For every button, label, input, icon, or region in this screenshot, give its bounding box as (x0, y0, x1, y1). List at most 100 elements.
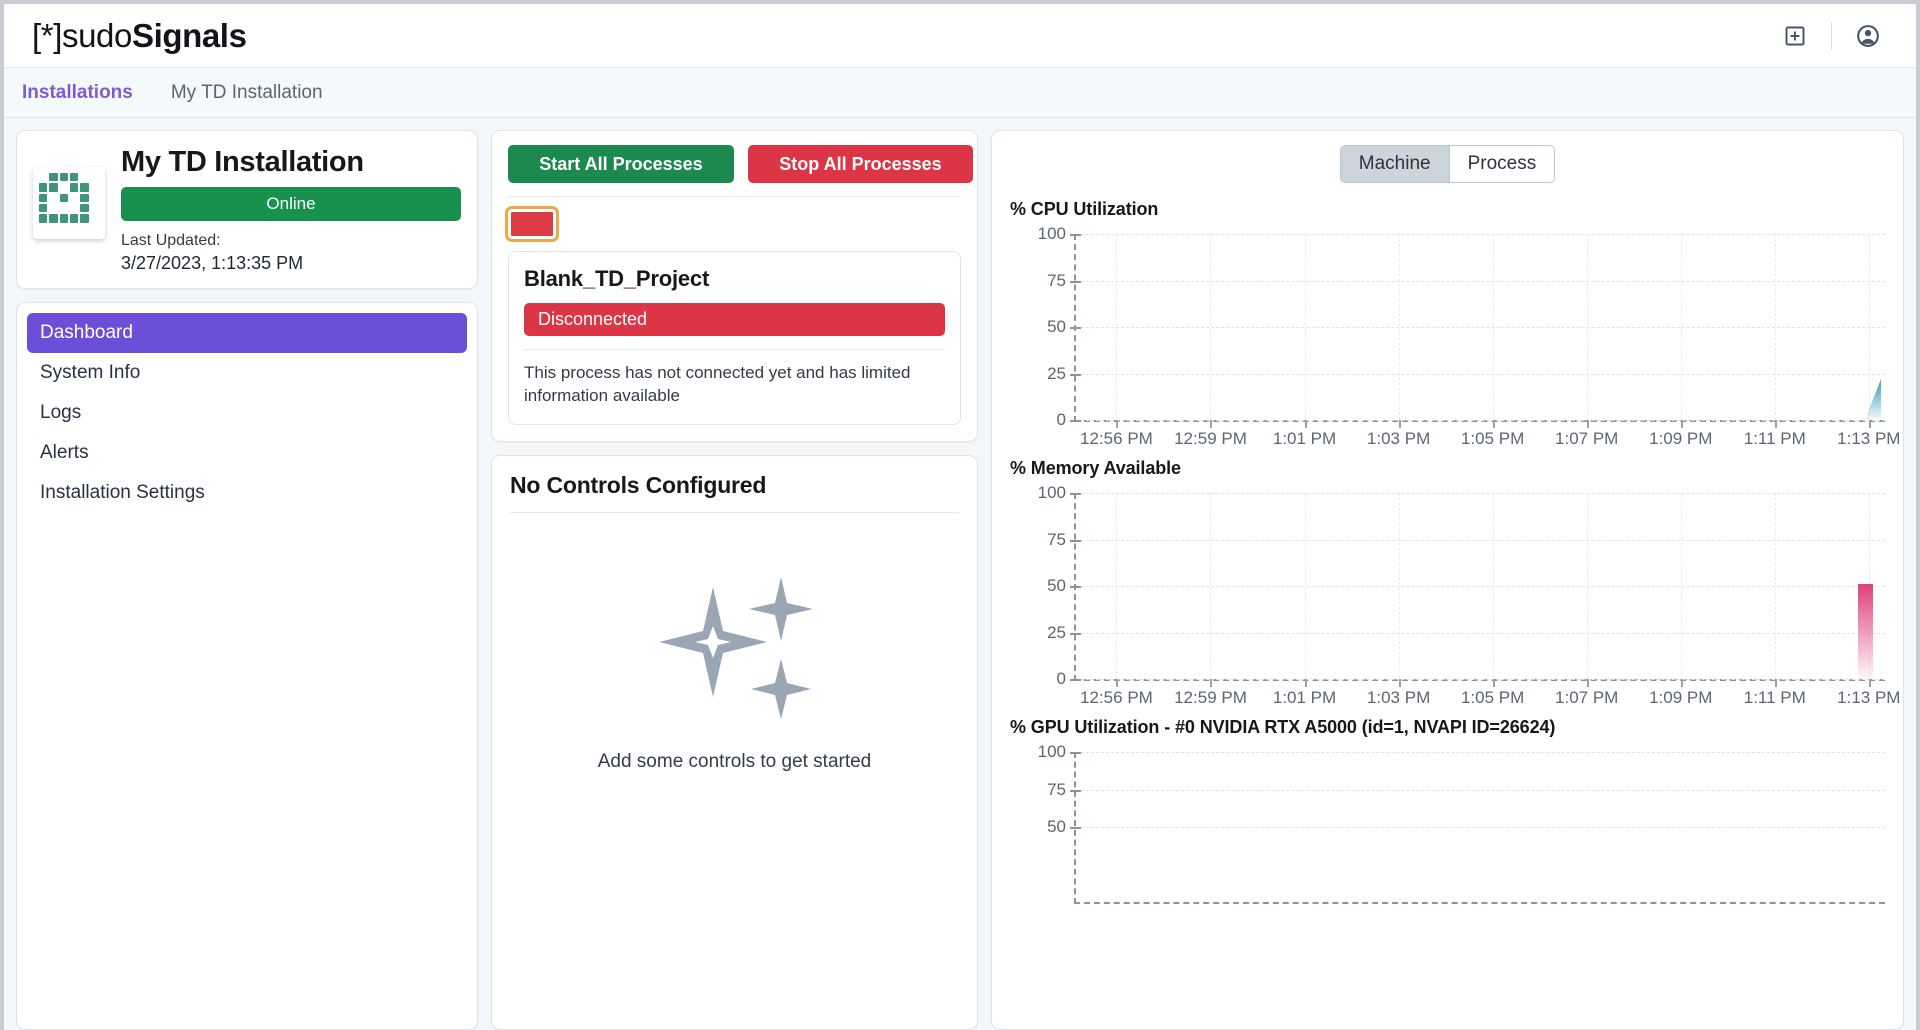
y-tick-label: 25 (1047, 622, 1066, 642)
plot-cpu: 0 25 50 75 100 12:56 PM 12:59 PM 1:01 PM 1:03 PM… (1010, 224, 1901, 452)
y-tick-mark (1070, 327, 1081, 329)
gridline-horizontal (1076, 280, 1885, 282)
toggle-machine[interactable]: Machine (1340, 146, 1449, 182)
chart-title-cpu: % CPU Utilization (1010, 199, 1159, 219)
plot-memory: 0 25 50 75 100 12:56 PM 12:59 PM 1:01 PM 1:03 PM… (1010, 483, 1901, 711)
stop-all-processes-button[interactable]: Stop All Processes (748, 145, 973, 183)
add-square-icon[interactable] (1773, 14, 1817, 58)
sidebar-item-system-info[interactable]: System Info (27, 353, 467, 393)
y-tick-mark (1070, 420, 1081, 422)
processes-card: Start All Processes Stop All Processes B… (491, 130, 978, 442)
y-tick-mark (1070, 280, 1081, 283)
plot-area-cpu[interactable]: 0 25 50 75 100 12:56 PM 12:59 PM 1:01 PM 1:03 PM… (1038, 224, 1901, 448)
gridline-vertical (1680, 234, 1682, 420)
gridline-vertical (1586, 234, 1588, 420)
logo-sudo: sudo (61, 16, 132, 54)
sparkles-icon (658, 576, 813, 719)
tab-my-td-installation[interactable]: My TD Installation (169, 80, 325, 106)
gridline-horizontal (1076, 789, 1885, 791)
series-cpu (1864, 379, 1881, 420)
x-tick-mark (1304, 679, 1307, 687)
x-tick-mark (1116, 679, 1119, 687)
gridline-vertical (1586, 493, 1588, 679)
header-divider (1831, 21, 1832, 50)
y-tick-mark (1070, 679, 1081, 681)
gridline-horizontal (1076, 420, 1885, 421)
y-tick-label: 100 (1037, 224, 1066, 243)
gridline-vertical (1774, 234, 1776, 420)
x-tick-label: 1:03 PM (1366, 688, 1431, 707)
y-tick-mark (1070, 632, 1081, 635)
gridline-horizontal (1076, 373, 1885, 375)
x-tick-label: 1:05 PM (1460, 688, 1525, 707)
start-all-processes-button[interactable]: Start All Processes (508, 145, 734, 183)
sidebar-item-logs[interactable]: Logs (27, 393, 467, 433)
last-updated-value: 3/27/2023, 1:13:35 PM (121, 253, 304, 274)
x-tick-mark (1398, 420, 1401, 428)
gridline-horizontal (1076, 327, 1885, 328)
right-column: Machine Process % CPU Utilization 0 25 50 7… (991, 130, 1904, 1030)
x-tick-mark (1680, 679, 1683, 687)
y-tick-label: 50 (1047, 317, 1066, 336)
plot-area-memory[interactable]: 0 25 50 75 100 12:56 PM 12:59 PM 1:01 PM 1:03 PM… (1038, 483, 1901, 707)
installation-title: My TD Installation (121, 146, 364, 178)
x-tick-mark (1304, 420, 1307, 428)
controls-empty-text: Add some controls to get started (597, 750, 872, 772)
logo-bracket: [*] (32, 16, 62, 54)
controls-empty-state: Add some controls to get started (510, 525, 959, 1011)
y-tick-label: 50 (1047, 817, 1066, 836)
gridline-vertical (1304, 234, 1306, 420)
app-window: [*] sudo Signals Installations My TD Ins… (4, 4, 1916, 1030)
last-updated-label: Last Updated: (121, 231, 221, 249)
process-detail-card: Blank_TD_Project Disconnected This proce… (508, 251, 961, 425)
sidebar-item-alerts[interactable]: Alerts (27, 433, 467, 473)
chart-title-memory: % Memory Available (1010, 458, 1181, 478)
x-tick-label: 1:13 PM (1837, 688, 1901, 707)
gridline-vertical (1304, 493, 1306, 679)
process-chip-blank-td-project[interactable] (505, 206, 559, 242)
y-tick-label: 0 (1056, 410, 1066, 429)
sidebar-nav-card: Dashboard System Info Logs Alerts Instal… (16, 301, 478, 1030)
x-tick-mark (1492, 420, 1495, 428)
tab-installations[interactable]: Installations (20, 80, 135, 106)
metrics-card: Machine Process % CPU Utilization 0 25 50 7… (991, 130, 1904, 1030)
x-tick-label: 1:11 PM (1743, 429, 1806, 448)
x-tick-label: 1:03 PM (1366, 429, 1431, 448)
x-tick-label: 1:11 PM (1743, 688, 1806, 707)
x-tick-label: 1:09 PM (1649, 429, 1713, 448)
x-tick-mark (1774, 679, 1777, 687)
process-status-badge: Disconnected (524, 303, 945, 336)
app-logo[interactable]: [*] sudo Signals (32, 17, 247, 55)
installation-info: My TD Installation Online Last Updated: … (121, 145, 461, 276)
sidebar-item-dashboard[interactable]: Dashboard (27, 312, 467, 353)
x-tick-mark (1680, 420, 1683, 428)
sidebar-item-installation-settings[interactable]: Installation Settings (27, 473, 467, 513)
y-tick-mark (1070, 373, 1081, 376)
plot-area-gpu[interactable]: 50 75 100 (1038, 742, 1885, 904)
gridline-horizontal (1076, 234, 1885, 235)
x-tick-label: 1:01 PM (1272, 688, 1337, 707)
gridline-vertical (1210, 493, 1212, 679)
account-circle-icon[interactable] (1846, 14, 1890, 58)
touchdesigner-grid-icon (33, 167, 105, 239)
gridline-horizontal (1076, 632, 1885, 634)
y-tick-label: 100 (1037, 483, 1066, 502)
x-tick-mark (1210, 420, 1213, 428)
installation-status-badge: Online (121, 186, 461, 221)
process-description: This process has not connected yet and h… (524, 363, 911, 405)
controls-divider (510, 511, 959, 513)
toggle-process[interactable]: Process (1448, 146, 1555, 182)
x-tick-label: 1:13 PM (1837, 429, 1901, 448)
y-tick-label: 0 (1056, 669, 1066, 688)
x-tick-mark (1210, 679, 1213, 687)
x-tick-label: 1:05 PM (1460, 429, 1525, 448)
y-tick-label: 100 (1037, 742, 1066, 761)
process-name: Blank_TD_Project (524, 266, 710, 291)
process-chip-row (505, 206, 961, 242)
logo-signals: Signals (131, 16, 247, 54)
y-tick-mark (1070, 586, 1081, 588)
y-tick-mark (1070, 234, 1081, 236)
gridline-vertical (1116, 234, 1118, 420)
gridline-horizontal (1076, 493, 1885, 494)
x-tick-mark (1586, 679, 1589, 687)
